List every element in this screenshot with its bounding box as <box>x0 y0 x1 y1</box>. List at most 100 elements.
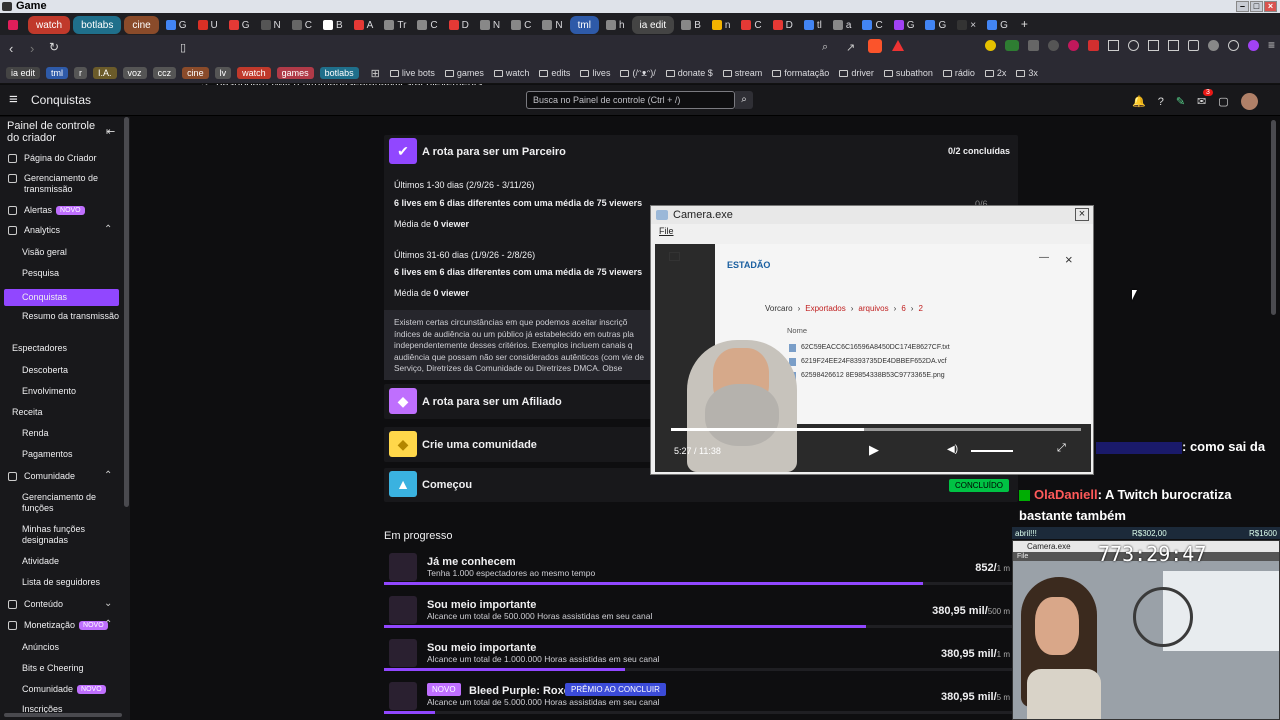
browser-tab[interactable]: C <box>737 16 765 34</box>
extension-icon[interactable] <box>1148 40 1159 51</box>
new-tab-button[interactable]: + <box>1021 17 1028 31</box>
vpn-icon[interactable] <box>1228 40 1239 51</box>
bookmark-item[interactable]: formatação <box>772 68 829 78</box>
play-icon[interactable]: ▶ <box>869 442 879 458</box>
share-icon[interactable]: ↗ <box>846 41 855 54</box>
bookmark-item[interactable]: subathon <box>883 68 933 78</box>
maximize-button[interactable]: □ <box>1250 1 1263 12</box>
bookmark-item[interactable]: voz <box>122 67 147 79</box>
extension-icon[interactable] <box>1088 40 1099 51</box>
video-progress-bar[interactable] <box>671 428 1081 431</box>
sidebar-item[interactable]: Resumo da transmissão <box>22 311 120 322</box>
bookmark-item[interactable]: tml <box>46 67 69 79</box>
browser-tab[interactable]: A <box>350 16 378 34</box>
affiliate-title[interactable]: A rota para ser um Afiliado <box>422 396 562 408</box>
bookmark-item[interactable]: live bots <box>389 68 435 78</box>
sidebar-item[interactable]: Alertas NOVO <box>24 205 118 216</box>
sidebar-item[interactable]: Conquistas <box>4 289 119 306</box>
help-icon[interactable]: ? <box>1158 96 1164 108</box>
reload-icon[interactable]: ↻ <box>49 40 59 54</box>
camera-close-button[interactable]: × <box>1075 208 1089 221</box>
browser-tab[interactable]: N <box>538 16 566 34</box>
sidebar-scrollbar[interactable] <box>124 117 129 507</box>
volume-slider[interactable] <box>971 450 1013 452</box>
browser-tab[interactable]: D <box>769 16 797 34</box>
sidebar-item[interactable]: Gerenciamento de transmissão <box>24 173 118 195</box>
extension-icon[interactable] <box>1208 40 1219 51</box>
chevron-up-icon[interactable]: ⌃ <box>104 470 112 481</box>
browser-tab[interactable]: tml <box>569 16 599 34</box>
browser-tab[interactable]: G <box>983 16 1012 34</box>
sidebar-item[interactable]: Descoberta <box>22 365 120 376</box>
bookmark-item[interactable]: r <box>74 67 88 79</box>
rewards-icon[interactable] <box>892 40 904 51</box>
chevron-down-icon[interactable]: ⌄ <box>104 598 112 609</box>
bookmark-icon[interactable]: ▯ <box>180 41 186 54</box>
browser-tab[interactable]: C <box>413 16 441 34</box>
browser-tab[interactable]: h <box>602 16 629 34</box>
browser-tab[interactable]: G <box>225 16 254 34</box>
bookmark-item[interactable]: I.A. <box>93 67 117 79</box>
bookmark-item[interactable]: rádio <box>942 68 975 78</box>
partner-title[interactable]: A rota para ser um Parceiro <box>422 146 566 158</box>
extension-icon[interactable] <box>1108 40 1119 51</box>
hamburger-icon[interactable]: ≡ <box>9 91 18 108</box>
forward-icon[interactable]: › <box>30 41 34 56</box>
sidebar-toggle-icon[interactable] <box>1168 40 1179 51</box>
bookmark-item[interactable]: watch <box>237 67 271 79</box>
extension-icon[interactable] <box>985 40 996 51</box>
bookmark-item[interactable]: 3x <box>1016 68 1038 78</box>
extension-icon[interactable] <box>1005 40 1019 51</box>
browser-tab[interactable]: Tr <box>380 16 410 34</box>
avatar[interactable] <box>1240 93 1258 110</box>
screenshot-icon[interactable] <box>669 252 680 261</box>
sidebar-item[interactable]: Pesquisa <box>22 268 120 279</box>
browser-tab[interactable]: a <box>829 16 856 34</box>
sidebar-item[interactable]: Pagamentos <box>22 449 120 460</box>
browser-tab[interactable]: ia edit <box>631 16 675 34</box>
browser-tab[interactable]: G <box>921 16 950 34</box>
browser-tab[interactable]: × <box>953 16 980 34</box>
browser-tab[interactable]: n <box>708 16 735 34</box>
creator-tools-icon[interactable]: ✎ <box>1176 95 1185 108</box>
minimize-button[interactable]: – <box>1236 1 1249 12</box>
horizontal-scrollbar[interactable] <box>4 713 122 717</box>
browser-tab[interactable]: D <box>445 16 473 34</box>
sidebar-item[interactable]: Minhas funções designadas <box>22 524 120 546</box>
bookmark-item[interactable]: ccz <box>152 67 177 79</box>
bookmark-item[interactable]: donate $ <box>665 68 713 78</box>
brave-shield-icon[interactable] <box>868 39 882 53</box>
camera-window-titlebar[interactable]: Camera.exe <box>651 206 1093 224</box>
sidebar-item[interactable]: Anúncios <box>22 642 120 653</box>
chat-icon[interactable]: ▢ <box>1218 95 1228 108</box>
bookmark-item[interactable]: 2x <box>984 68 1006 78</box>
menu-icon[interactable]: ≡ <box>1268 39 1275 51</box>
browser-tab[interactable]: C <box>858 16 886 34</box>
sidebar-item[interactable]: Visão geral <box>22 247 120 258</box>
browser-tab[interactable]: N <box>476 16 504 34</box>
volume-icon[interactable]: ◀) <box>947 444 958 455</box>
wallet-icon[interactable] <box>1188 40 1199 51</box>
search-icon[interactable]: ⌕ <box>735 91 753 109</box>
browser-tab[interactable]: C <box>507 16 535 34</box>
browser-tab[interactable]: N <box>257 16 285 34</box>
main-scrollbar[interactable] <box>1271 120 1276 315</box>
extension-icon[interactable] <box>1048 40 1059 51</box>
bookmark-item[interactable]: edits <box>539 68 570 78</box>
camera-window[interactable]: Camera.exe × File ESTADÃO × — Vorcaro › Ex… <box>650 205 1094 475</box>
apps-grid-icon[interactable]: ⊞ <box>371 67 380 80</box>
browser-tab[interactable]: G <box>162 16 191 34</box>
back-icon[interactable]: ‹ <box>9 41 13 56</box>
collapse-sidebar-icon[interactable]: ⇤ <box>106 125 115 138</box>
community-title[interactable]: Crie uma comunidade <box>422 439 537 451</box>
camera-file-menu[interactable]: File <box>659 226 674 236</box>
sidebar-item[interactable]: Renda <box>22 428 120 439</box>
bookmark-item[interactable]: ia edit <box>6 67 41 79</box>
notification-bell-icon[interactable]: 🔔 <box>1132 95 1146 108</box>
browser-tab[interactable]: watch <box>28 16 71 34</box>
sidebar-item[interactable]: Página do Criador <box>24 153 118 164</box>
chevron-up-icon[interactable]: ⌃ <box>104 619 112 630</box>
extension-icon[interactable] <box>1068 40 1079 51</box>
bookmark-item[interactable]: cine <box>182 67 209 79</box>
inbox-icon[interactable]: ✉ 3 <box>1197 89 1213 108</box>
